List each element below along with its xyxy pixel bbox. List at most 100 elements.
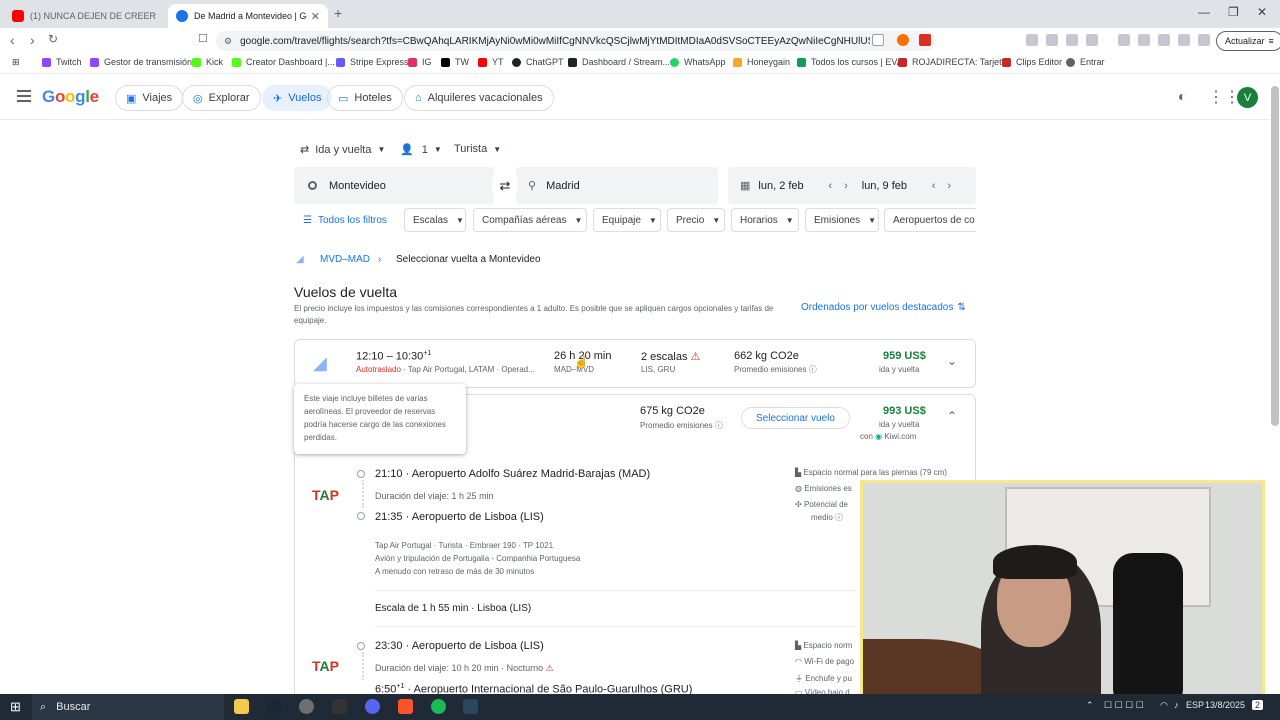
- volume-icon[interactable]: ♪: [1174, 700, 1179, 710]
- windows-start-icon[interactable]: ⊞: [10, 699, 21, 715]
- share-icon[interactable]: [872, 34, 884, 46]
- filter-emissions[interactable]: Emisiones ▼: [805, 208, 879, 232]
- tab-youtube[interactable]: (1) NUNCA DEJEN DE CREER | VLOG: [4, 4, 164, 28]
- vpn-icon[interactable]: [1198, 34, 1210, 46]
- new-tab-button[interactable]: +: [334, 5, 342, 21]
- close-window-icon[interactable]: ✕: [1257, 5, 1267, 19]
- discord-icon[interactable]: [365, 699, 380, 714]
- collapse-chevron-icon[interactable]: ⌃: [947, 409, 957, 423]
- bookmark-item[interactable]: YT: [478, 57, 504, 67]
- info-icon[interactable]: ⓘ: [715, 421, 723, 430]
- tab-google-flights[interactable]: De Madrid a Montevideo | Google ✕: [168, 4, 328, 28]
- address-bar[interactable]: ⚙ google.com/travel/flights/search?tfs=C…: [216, 31, 936, 51]
- apps-grid-icon[interactable]: ⋮⋮: [1208, 87, 1240, 107]
- destination-field[interactable]: ⚲ Madrid: [516, 167, 718, 204]
- apps-icon[interactable]: ⊞: [12, 57, 20, 68]
- minimize-icon[interactable]: —: [1198, 5, 1210, 19]
- steam-icon[interactable]: [266, 699, 281, 714]
- forward-icon[interactable]: ›: [30, 32, 35, 48]
- swap-button[interactable]: ⇄: [492, 167, 518, 204]
- extension-icon[interactable]: [1086, 34, 1098, 46]
- origin-field[interactable]: Montevideo: [294, 167, 494, 204]
- epic-games-icon[interactable]: [332, 699, 347, 714]
- flight-result-card[interactable]: ◢ 12:10 – 10:30+1 Autotraslado · Tap Air…: [294, 339, 976, 388]
- bookmark-item[interactable]: ChatGPT: [512, 57, 564, 67]
- bookmark-item[interactable]: ROJADIRECTA: Tarjet...: [898, 57, 1009, 67]
- bookmark-item[interactable]: Entrar: [1066, 57, 1105, 67]
- nav-viajes[interactable]: ▣ Viajes: [115, 85, 184, 111]
- ai-icon[interactable]: [1178, 34, 1190, 46]
- restore-icon[interactable]: ❐: [1228, 5, 1239, 19]
- tray-arrow-icon[interactable]: ⌃: [1086, 700, 1094, 711]
- bookmark-item[interactable]: Todos los cursos | EVA: [797, 57, 903, 67]
- bookmark-item[interactable]: WhatsApp: [670, 57, 726, 67]
- nav-hoteles[interactable]: ▭ Hoteles: [327, 85, 403, 111]
- info-icon[interactable]: ⓘ: [835, 513, 843, 522]
- filter-baggage[interactable]: Equipaje ▼: [593, 208, 661, 232]
- nav-explorar[interactable]: ◎ Explorar: [182, 85, 261, 111]
- prev-date-icon[interactable]: ‹: [828, 180, 832, 192]
- passengers-select[interactable]: 👤 1 ▼: [400, 143, 442, 157]
- info-icon[interactable]: ⓘ: [809, 365, 817, 374]
- next-date-icon[interactable]: ›: [947, 180, 951, 192]
- brave-shield-icon[interactable]: [897, 34, 909, 46]
- trip-type-select[interactable]: ⇄ Ida y vuelta ▼: [300, 143, 385, 157]
- steam-icon[interactable]: [463, 699, 478, 714]
- back-icon[interactable]: ‹: [10, 32, 15, 48]
- main-menu-icon[interactable]: [17, 90, 31, 105]
- bookmark-item[interactable]: TW: [441, 57, 469, 67]
- bookmark-item[interactable]: Creator Dashboard |...: [232, 57, 335, 67]
- extension-icon[interactable]: [1026, 34, 1038, 46]
- filter-stops[interactable]: Escalas ▼: [404, 208, 466, 232]
- bookmark-item[interactable]: Dashboard / Stream...: [568, 57, 670, 67]
- page-scrollbar[interactable]: [1271, 86, 1279, 426]
- bookmark-item[interactable]: Kick: [192, 57, 223, 67]
- wifi-icon[interactable]: ◠: [1160, 700, 1168, 711]
- breadcrumb-route[interactable]: MVD–MAD: [320, 254, 370, 265]
- brave-icon[interactable]: [398, 699, 413, 714]
- puzzle-icon[interactable]: [1066, 34, 1078, 46]
- sidebar-icon[interactable]: [1138, 34, 1150, 46]
- bookmark-item[interactable]: Stripe Express: [336, 57, 409, 67]
- price-label: ida y vuelta: [879, 420, 920, 429]
- tray-icons[interactable]: ☐ ☐ ☐ ☐: [1104, 700, 1144, 711]
- all-filters-button[interactable]: ☰ Todos los filtros: [294, 208, 394, 232]
- site-info-icon[interactable]: ⚙: [224, 36, 232, 47]
- filter-airlines[interactable]: Compañías aéreas ▼: [473, 208, 587, 232]
- sort-button[interactable]: Ordenados por vuelos destacados ⇅: [801, 302, 966, 313]
- prev-date-icon[interactable]: ‹: [932, 180, 936, 192]
- media-icon[interactable]: [1118, 34, 1130, 46]
- date-field[interactable]: ▦ lun, 2 feb ‹ › lun, 9 feb ‹ ›: [728, 167, 976, 204]
- language-indicator[interactable]: ESP: [1186, 700, 1204, 710]
- taskbar-search[interactable]: ⌕ Buscar: [32, 694, 224, 720]
- extension-icon[interactable]: [1046, 34, 1058, 46]
- nav-vuelos[interactable]: ✈ Vuelos: [262, 85, 333, 111]
- obs-icon[interactable]: [299, 699, 314, 714]
- google-logo[interactable]: Google: [42, 87, 99, 107]
- update-button[interactable]: Actualizar ≡: [1216, 31, 1280, 51]
- reload-icon[interactable]: ↻: [48, 32, 58, 46]
- bookmark-item[interactable]: Honeygain: [733, 57, 790, 67]
- bookmark-item[interactable]: IG: [408, 57, 432, 67]
- file-explorer-icon[interactable]: [234, 699, 249, 714]
- bookmark-item[interactable]: Twitch: [42, 57, 82, 67]
- wallet-icon[interactable]: [1158, 34, 1170, 46]
- bookmark-item[interactable]: Gestor de transmisión: [90, 57, 192, 67]
- cabin-select[interactable]: Turista ▼: [454, 143, 501, 155]
- nav-alquileres[interactable]: ⌂ Alquileres vacacionales: [404, 85, 554, 111]
- warning-icon[interactable]: [919, 34, 931, 46]
- filter-airports[interactable]: Aeropuertos de co: [884, 208, 976, 232]
- bookmark-icon[interactable]: ☐: [198, 32, 208, 45]
- filter-price[interactable]: Precio ▼: [667, 208, 725, 232]
- next-date-icon[interactable]: ›: [844, 180, 848, 192]
- clock-date[interactable]: 13/8/2025: [1205, 700, 1245, 710]
- notifications-badge[interactable]: 2: [1252, 700, 1264, 710]
- dark-mode-icon[interactable]: ◐: [1178, 88, 1186, 104]
- spotify-icon[interactable]: [431, 699, 446, 714]
- bookmark-item[interactable]: Clips Editor: [1002, 57, 1062, 67]
- close-tab-icon[interactable]: ✕: [311, 10, 320, 23]
- select-flight-button[interactable]: Seleccionar vuelo: [741, 407, 850, 429]
- expand-chevron-icon[interactable]: ⌄: [947, 354, 957, 368]
- filter-times[interactable]: Horarios ▼: [731, 208, 799, 232]
- avatar[interactable]: V: [1237, 87, 1258, 108]
